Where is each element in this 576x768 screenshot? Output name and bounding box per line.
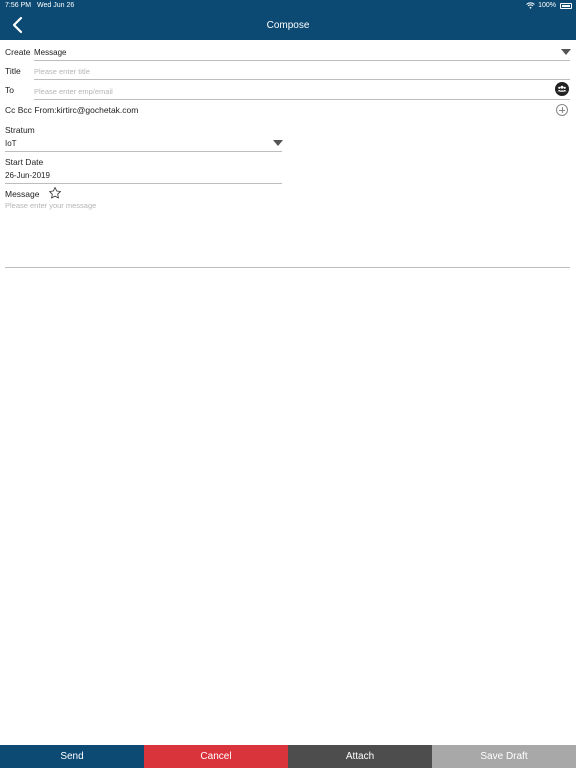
- attach-button[interactable]: Attach: [288, 745, 432, 768]
- create-select[interactable]: Message: [34, 48, 66, 57]
- cancel-button[interactable]: Cancel: [144, 745, 288, 768]
- create-underline: [34, 60, 570, 61]
- title-underline: [34, 79, 570, 80]
- action-bar: Send Cancel Attach Save Draft: [0, 745, 576, 768]
- message-label: Message: [5, 189, 40, 199]
- wifi-icon: [526, 2, 535, 9]
- save-draft-button[interactable]: Save Draft: [432, 745, 576, 768]
- to-underline: [34, 99, 570, 100]
- stratum-select[interactable]: IoT: [5, 139, 17, 148]
- message-input[interactable]: [5, 201, 570, 267]
- title-input[interactable]: Please enter title: [34, 67, 90, 76]
- create-label: Create: [5, 47, 31, 57]
- cc-button[interactable]: Cc: [5, 105, 15, 115]
- status-right: 100%: [526, 2, 556, 9]
- dropdown-caret-icon[interactable]: [561, 49, 571, 55]
- start-date-input[interactable]: 26-Jun-2019: [5, 171, 50, 180]
- send-button[interactable]: Send: [0, 745, 144, 768]
- page-title: Compose: [266, 20, 310, 31]
- start-date-label: Start Date: [5, 157, 44, 167]
- from-text: From:kirtirc@gochetak.com: [34, 105, 139, 115]
- status-date: Wed Jun 26: [37, 2, 75, 9]
- status-time: 7:56 PM: [5, 2, 32, 9]
- star-icon[interactable]: [48, 186, 62, 200]
- contacts-icon[interactable]: [555, 82, 569, 96]
- stratum-caret-icon[interactable]: [273, 140, 283, 146]
- bcc-button[interactable]: Bcc: [18, 105, 32, 115]
- battery-percent: 100%: [538, 2, 556, 9]
- cc-bcc-row: Cc Bcc From:kirtirc@gochetak.com: [5, 105, 138, 115]
- to-label: To: [5, 85, 14, 95]
- start-date-underline: [5, 183, 282, 184]
- to-input[interactable]: Please enter emp/email: [34, 87, 113, 96]
- add-circle-icon[interactable]: [556, 104, 568, 116]
- title-label: Title: [5, 66, 21, 76]
- app-header: 7:56 PM Wed Jun 26 100% Compose: [0, 0, 576, 40]
- battery-icon: [560, 3, 572, 9]
- message-underline: [5, 267, 570, 268]
- stratum-label: Stratum: [5, 125, 35, 135]
- stratum-underline: [5, 151, 282, 152]
